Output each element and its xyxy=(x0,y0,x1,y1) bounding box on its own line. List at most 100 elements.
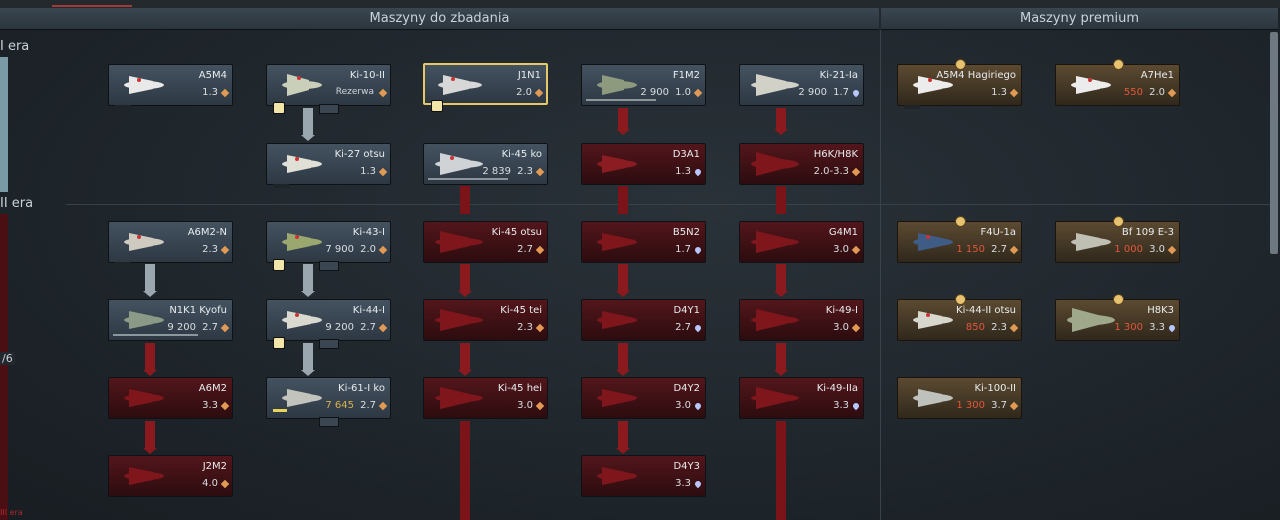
vehicle-card-ki45ko[interactable]: 2 839 Ki-45 ko 2.3 xyxy=(423,143,548,185)
research-cost: 9 200 xyxy=(325,322,354,333)
battle-rating: 4.0 xyxy=(202,478,218,489)
premium-divider xyxy=(880,30,881,520)
vehicle-name: Ki-10-II xyxy=(349,70,385,81)
battle-rating: 1.3 xyxy=(202,87,218,98)
vehicle-card-a6m2[interactable]: A6M2 3.3 xyxy=(108,377,233,419)
vehicle-name: Ki-45 ko xyxy=(501,149,542,160)
battle-rating: 3.3 xyxy=(202,400,218,411)
diamond-icon xyxy=(378,88,388,98)
vehicle-card-ki45hei[interactable]: Ki-45 hei 3.0 xyxy=(423,377,548,419)
tree-connector xyxy=(301,343,315,376)
vehicle-card-h8k3[interactable]: H8K3 1 300 3.3 xyxy=(1055,294,1180,341)
group-tab[interactable] xyxy=(319,104,339,114)
battle-rating: 2.7 xyxy=(991,244,1007,255)
vehicle-card-b5n2[interactable]: B5N2 1.7 xyxy=(581,221,706,263)
research-progress xyxy=(113,334,198,336)
vehicle-card-a5m4-hagiriego[interactable]: A5M4 Hagiriego 1.3 xyxy=(897,59,1022,109)
vehicle-card-ki21[interactable]: 2 900 Ki-21-Ia 1.7 xyxy=(739,64,864,106)
vehicle-card-ki44[interactable]: Ki-44-I 9 200 2.7 xyxy=(266,299,391,349)
vehicle-card-ki43[interactable]: Ki-43-I 7 900 2.0 xyxy=(266,221,391,271)
diamond-icon xyxy=(220,479,230,489)
tree-connector xyxy=(143,421,157,454)
vehicle-card-g4m1[interactable]: G4M1 3.0 xyxy=(739,221,864,263)
active-tab-indicator xyxy=(52,5,132,7)
plane-silhouette-icon xyxy=(435,231,483,253)
era-divider xyxy=(66,204,1278,205)
top-strip xyxy=(0,0,1280,8)
research-cost: 2 900 xyxy=(798,87,827,98)
vehicle-card-j2m2[interactable]: J2M2 4.0 xyxy=(108,455,233,497)
vehicle-card-n1k1[interactable]: N1K1 Kyofu 9 200 2.7 xyxy=(108,299,233,341)
battle-rating: 3.0 xyxy=(517,400,533,411)
vehicle-card-ki45tei[interactable]: Ki-45 tei 2.3 xyxy=(423,299,548,341)
vehicle-name: Ki-44-I xyxy=(352,305,385,316)
plane-silhouette-icon xyxy=(124,311,164,329)
plane-silhouette-icon xyxy=(435,153,483,175)
crew-badge-icon xyxy=(431,100,443,112)
vehicle-name: Ki-45 hei xyxy=(497,383,542,394)
vehicle-card-ki61[interactable]: Ki-61-I ko 7 645 2.7 xyxy=(266,377,391,427)
battle-rating: 3.0 xyxy=(833,244,849,255)
crew-badge-icon xyxy=(273,102,285,114)
plane-silhouette-icon xyxy=(751,309,799,331)
tree-connector xyxy=(301,264,315,297)
research-drop-icon xyxy=(1167,323,1177,333)
plane-silhouette-icon xyxy=(751,231,799,253)
diamond-icon xyxy=(1009,245,1019,255)
vertical-scrollbar[interactable] xyxy=(1270,32,1278,254)
diamond-icon xyxy=(220,401,230,411)
tree-connector xyxy=(460,186,470,214)
vehicle-card-d4y3[interactable]: D4Y3 3.3 xyxy=(581,455,706,497)
diamond-icon xyxy=(1167,88,1177,98)
battle-rating: 2.7 xyxy=(675,322,691,333)
battle-rating: 3.3 xyxy=(833,400,849,411)
diamond-icon xyxy=(534,88,544,98)
plane-silhouette-icon xyxy=(751,74,799,96)
crew-slot-icon xyxy=(115,262,131,266)
diamond-icon xyxy=(851,245,861,255)
tree-connector xyxy=(776,421,786,520)
battle-rating: 1.0 xyxy=(675,87,691,98)
group-tab[interactable] xyxy=(319,261,339,271)
vehicle-card-ki100[interactable]: Ki-100-II 1 300 3.7 xyxy=(897,377,1022,419)
tree-connector xyxy=(774,343,788,376)
research-cost: 7 900 xyxy=(325,244,354,255)
vehicle-card-a7he1[interactable]: A7He1 550 2.0 xyxy=(1055,59,1180,106)
vehicle-name: D4Y1 xyxy=(673,305,700,316)
vehicle-card-ki49[interactable]: Ki-49-I 3.0 xyxy=(739,299,864,341)
purchase-cost: 1 000 xyxy=(1114,244,1143,255)
battle-rating: 2.0 xyxy=(360,244,376,255)
vehicle-name: D3A1 xyxy=(672,149,700,160)
battle-rating: 2.0 xyxy=(516,87,532,98)
vehicle-card-ki45otsu[interactable]: Ki-45 otsu 2.7 xyxy=(423,221,548,263)
plane-silhouette-icon xyxy=(597,467,637,485)
vehicle-name: F4U-1a xyxy=(980,227,1016,238)
vehicle-card-ki44-ii-otsu[interactable]: Ki-44-II otsu 850 2.3 xyxy=(897,294,1022,341)
vehicle-card-d3a1[interactable]: D3A1 1.3 xyxy=(581,143,706,185)
vehicle-card-bf109e3[interactable]: Bf 109 E-3 1 000 3.0 xyxy=(1055,216,1180,263)
vehicle-card-d4y2[interactable]: D4Y2 3.0 xyxy=(581,377,706,419)
vehicle-name: H6K/H8K xyxy=(813,149,858,160)
battle-rating: 2.7 xyxy=(360,322,376,333)
vehicle-name: A6M2 xyxy=(198,383,227,394)
tree-connector xyxy=(616,108,630,135)
crew-slot-icon xyxy=(115,105,131,109)
vehicle-card-j1n1[interactable]: J1N1 2.0 xyxy=(423,63,548,112)
crew-badge-icon xyxy=(273,337,285,349)
crew-badge-icon xyxy=(273,259,285,271)
vehicle-card-a5m4[interactable]: A5M4 1.3 xyxy=(108,64,233,109)
vehicle-card-h6k-h8k[interactable]: H6K/H8K 2.0-3.3 xyxy=(739,143,864,185)
vehicle-card-ki10[interactable]: Ki-10-II Rezerwa xyxy=(266,64,391,114)
vehicle-card-a6m2n[interactable]: A6M2-N 2.3 xyxy=(108,221,233,266)
vehicle-card-f1m2[interactable]: 2 900 F1M2 1.0 xyxy=(581,64,706,106)
plane-silhouette-icon xyxy=(597,389,637,407)
vehicle-card-ki27[interactable]: Ki-27 otsu 1.3 xyxy=(266,143,391,188)
vehicle-name: Ki-43-I xyxy=(352,227,385,238)
group-tab[interactable] xyxy=(319,339,339,349)
vehicle-card-d4y1[interactable]: D4Y1 2.7 xyxy=(581,299,706,341)
vehicle-card-ki49iia[interactable]: Ki-49-IIa 3.3 xyxy=(739,377,864,419)
group-tab[interactable] xyxy=(319,417,339,427)
vehicle-card-f4u-1a[interactable]: F4U-1a 1 150 2.7 xyxy=(897,216,1022,263)
vehicle-name: A5M4 xyxy=(198,70,227,81)
crew-slot-icon xyxy=(904,105,920,109)
